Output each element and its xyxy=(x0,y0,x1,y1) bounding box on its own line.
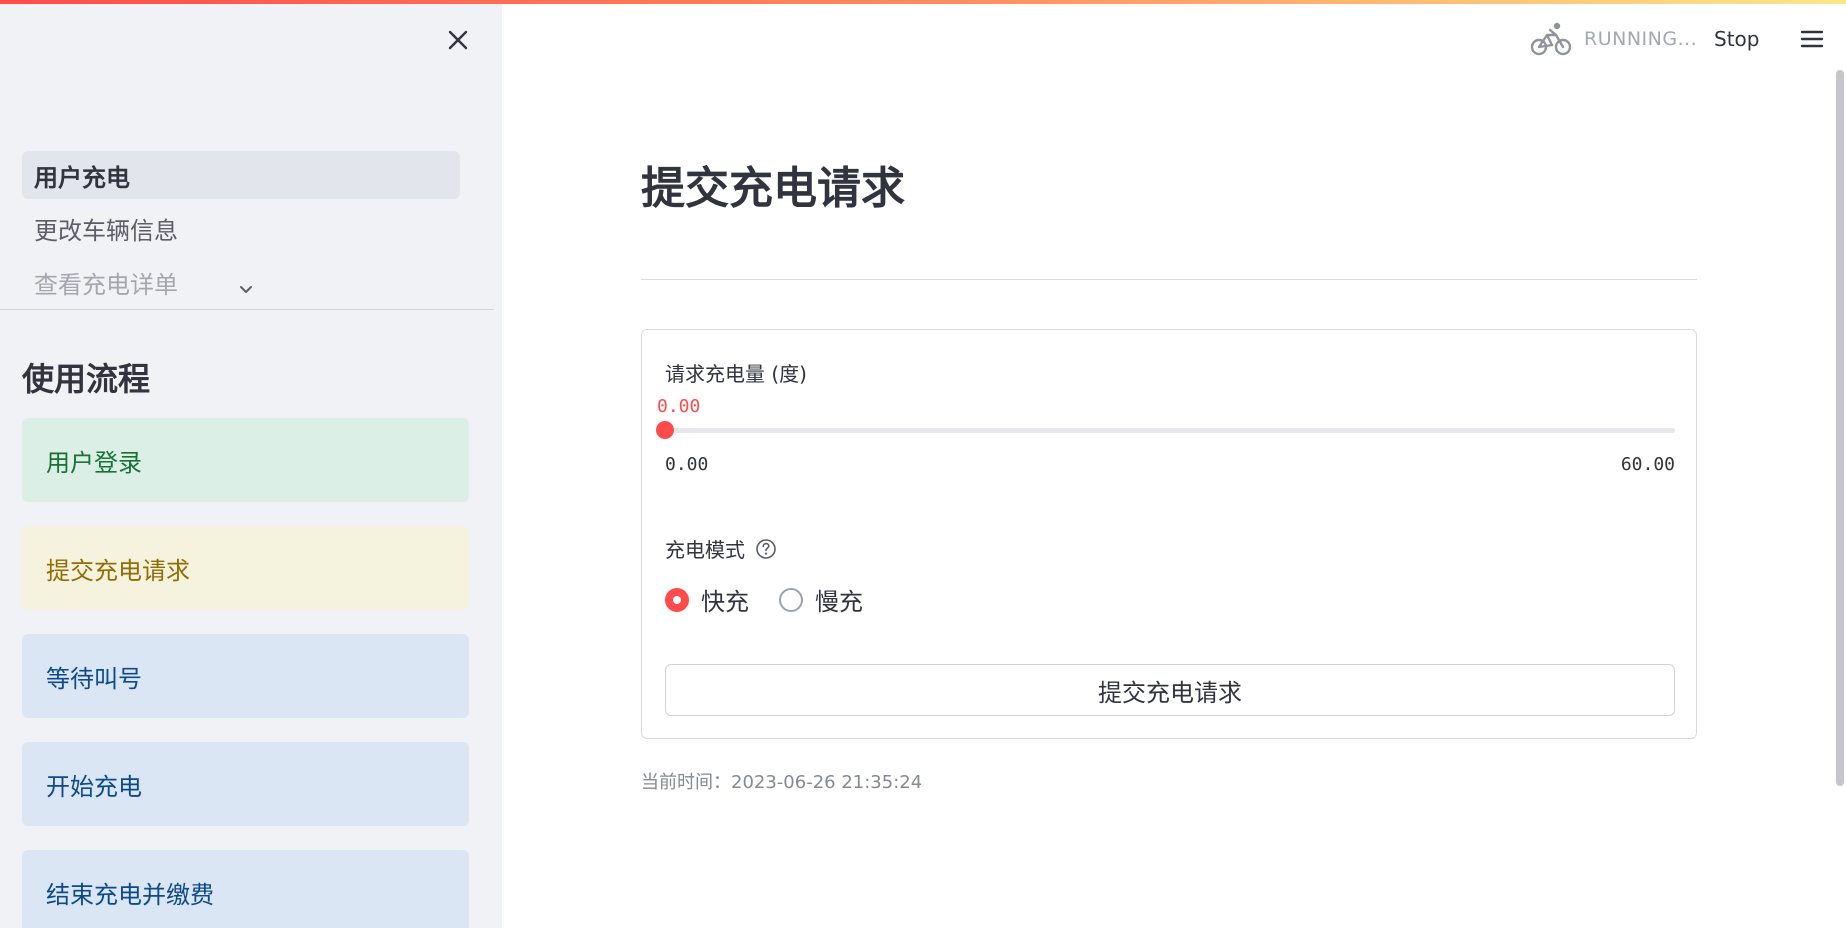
page-nav: 用户充电 更改车辆信息 查看充电详单 xyxy=(0,150,494,310)
radio-option-label: 慢充 xyxy=(815,588,863,616)
radio-option-slow[interactable]: 慢充 xyxy=(779,582,863,617)
charging-request-form: 请求充电量 (度) 0.00 0.00 60.00 充电模式 快充 慢充 提交充… xyxy=(641,329,1697,739)
nav-item-edit-vehicle[interactable]: 更改车辆信息 xyxy=(22,204,460,252)
nav-item-label: 更改车辆信息 xyxy=(34,216,178,245)
chevron-down-icon[interactable] xyxy=(236,280,256,300)
slider-max-label: 60.00 xyxy=(1620,454,1675,475)
bicycle-icon xyxy=(1530,22,1572,56)
close-sidebar-button[interactable] xyxy=(440,22,476,58)
flow-step-wait-call: 等待叫号 xyxy=(22,634,469,718)
nav-item-user-charging[interactable]: 用户充电 xyxy=(22,151,460,199)
charge-mode-label: 充电模式 xyxy=(665,538,745,562)
radio-button[interactable] xyxy=(665,587,689,612)
nav-item-label: 用户充电 xyxy=(34,163,130,192)
running-status: RUNNING... xyxy=(1530,20,1697,58)
flow-step-label: 开始充电 xyxy=(46,772,142,801)
flow-step-label: 结束充电并缴费 xyxy=(46,880,214,909)
radio-button[interactable] xyxy=(779,587,803,612)
slider-current-value: 0.00 xyxy=(657,396,701,417)
hamburger-menu-icon xyxy=(1800,30,1824,48)
title-divider xyxy=(641,279,1697,280)
flow-step-label: 用户登录 xyxy=(46,448,142,477)
flow-heading: 使用流程 xyxy=(22,360,151,398)
page-scrollbar[interactable] xyxy=(1836,70,1844,786)
top-progress-decoration xyxy=(0,0,1846,4)
sidebar: 用户充电 更改车辆信息 查看充电详单 使用流程 用户登录 提交充电请求 等待叫号… xyxy=(0,0,502,928)
radio-option-fast[interactable]: 快充 xyxy=(665,582,749,617)
status-text: RUNNING... xyxy=(1584,28,1698,50)
flow-step-start-charging: 开始充电 xyxy=(22,742,469,826)
charge-mode-label-row: 充电模式 xyxy=(665,534,777,563)
submit-charging-request-button[interactable]: 提交充电请求 xyxy=(665,664,1675,716)
slider-thumb[interactable] xyxy=(656,421,674,439)
stop-button[interactable]: Stop xyxy=(1700,22,1773,56)
flow-step-finish-and-pay: 结束充电并缴费 xyxy=(22,850,469,928)
flow-step-label: 等待叫号 xyxy=(46,664,142,693)
main-menu-button[interactable] xyxy=(1794,22,1830,56)
slider-min-label: 0.00 xyxy=(665,454,709,475)
question-circle-icon[interactable] xyxy=(755,538,777,560)
charge-amount-slider[interactable] xyxy=(656,421,1675,439)
flow-step-login: 用户登录 xyxy=(22,418,469,502)
charge-mode-radio-group: 快充 慢充 xyxy=(665,582,863,617)
page-title: 提交充电请求 xyxy=(641,163,905,214)
slider-label: 请求充电量 (度) xyxy=(665,362,807,386)
current-time: 当前时间：2023-06-26 21:35:24 xyxy=(641,772,923,793)
flow-step-label: 提交充电请求 xyxy=(46,556,190,585)
nav-item-label: 查看充电详单 xyxy=(34,270,178,299)
radio-option-label: 快充 xyxy=(701,588,749,616)
flow-step-submit-request: 提交充电请求 xyxy=(22,526,469,610)
close-icon xyxy=(448,30,468,50)
